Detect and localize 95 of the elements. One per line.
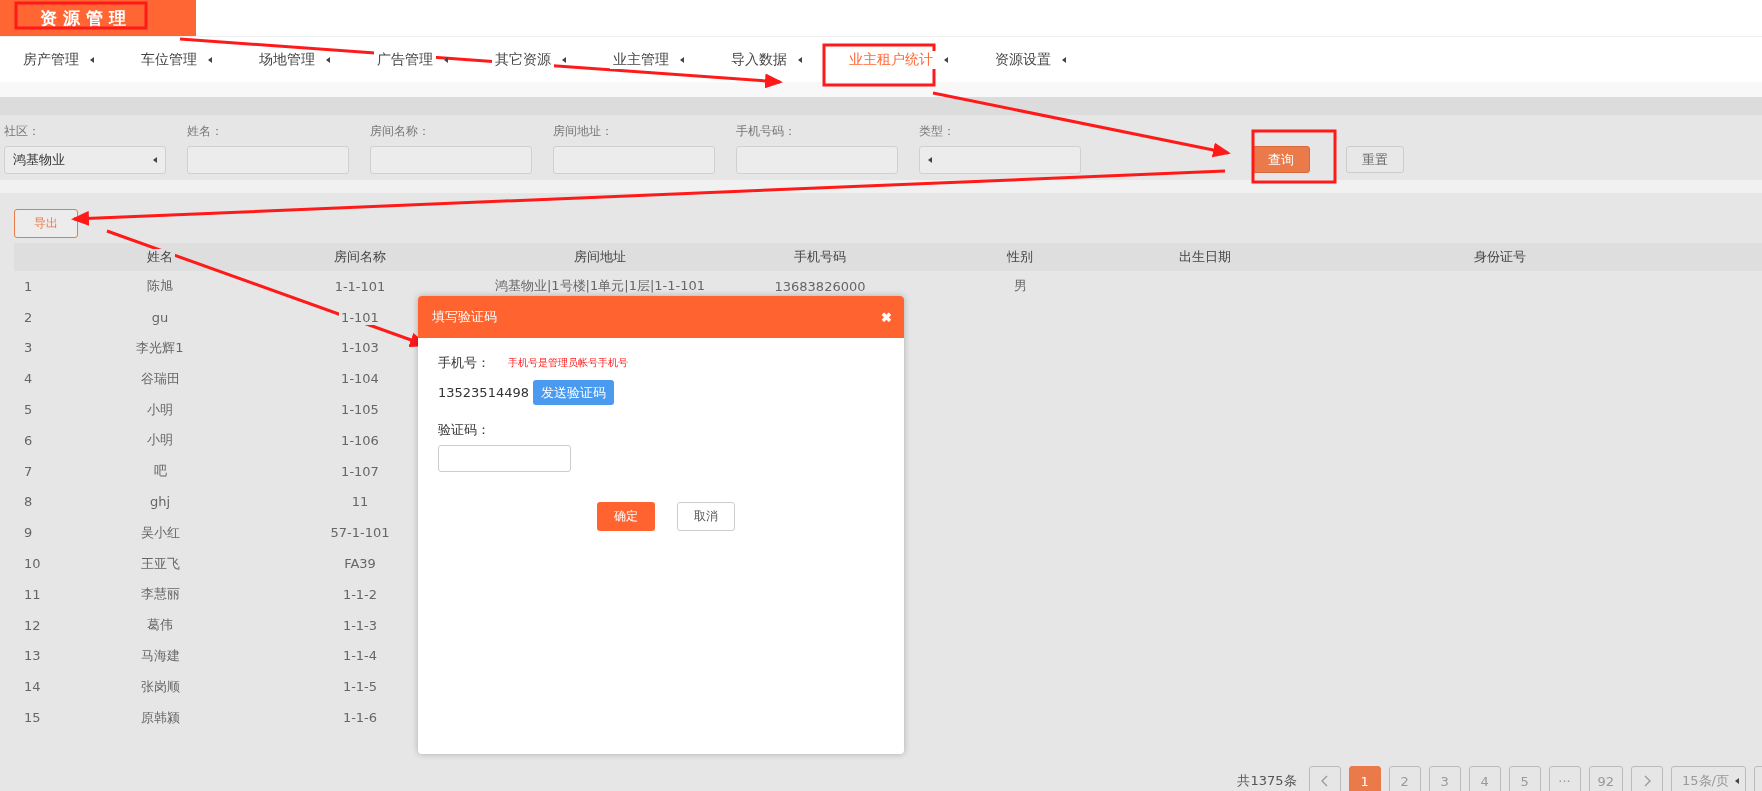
caret-icon [928,157,932,163]
table-cell: 男 [1011,278,1029,294]
page-button[interactable]: 2 [1388,766,1421,791]
column-header: 性别 [1005,249,1035,264]
caret-icon [798,56,802,63]
table-cell: 小明 [145,432,175,448]
code-input-field[interactable] [438,445,571,472]
table-cell: 1-101 [339,309,381,325]
caret-icon [208,56,212,63]
caret-icon [326,56,330,63]
page-size-select[interactable]: 15条/页 [1671,766,1746,791]
select-field[interactable] [919,146,1081,174]
caret-icon [444,56,448,63]
row-number: 9 [23,525,34,541]
column-header: 手机号码 [792,249,848,264]
filter-label: 手机号码： [736,123,797,140]
input-field[interactable] [736,146,898,174]
row-number: 8 [23,494,34,510]
phone-note: 手机号是管理员帐号手机号 [508,356,628,370]
column-header: 房间地址 [572,249,628,264]
row-number: 14 [23,679,42,695]
page-button[interactable]: 4 [1468,766,1501,791]
table-cell: 马海建 [138,647,182,663]
filter-label: 类型： [919,123,956,140]
table-cell: 陈旭 [145,278,175,294]
code-label: 验证码： [438,421,490,439]
row-number: 6 [23,432,34,448]
select-field[interactable]: 鸿基物业 [4,146,166,174]
caret-icon [153,157,157,163]
column-header: 出生日期 [1177,249,1233,264]
caret-icon [680,56,684,63]
row-number: 15 [23,710,42,726]
nav-tab[interactable]: 场地管理 [256,40,330,79]
table-cell: 王亚飞 [138,555,182,571]
row-number: 4 [23,371,34,387]
table-cell: 吧 [151,463,169,479]
phone-label: 手机号： [438,354,490,372]
row-number: 3 [23,340,34,356]
filter-label: 姓名： [187,123,224,140]
row-number: 5 [23,402,34,418]
caret-icon [1735,778,1739,784]
caret-icon [1062,56,1066,63]
confirm-button[interactable]: 确定 [597,502,655,531]
input-field[interactable] [553,146,715,174]
nav-tab[interactable]: 业主租户统计 [846,40,948,79]
page-button[interactable]: 92 [1588,766,1624,791]
row-number: 13 [23,648,42,664]
table-cell: 葛伟 [145,617,175,633]
chevron-left-icon [1319,774,1330,788]
total-count: 共1375条 [1237,772,1297,790]
page-button[interactable]: ··· [1548,766,1581,791]
table-cell: 原韩颍 [138,709,182,725]
row-number: 11 [23,586,42,602]
reset-button[interactable]: 重置 [1346,146,1404,173]
row-number: 7 [23,463,34,479]
nav-tab[interactable]: 导入数据 [728,40,802,79]
filter-label: 社区： [4,123,41,140]
send-code-button[interactable]: 发送验证码 [533,380,614,405]
chevron-right-icon [1642,774,1653,788]
query-button[interactable]: 查询 [1252,146,1310,173]
caret-icon [944,56,948,63]
nav-tab[interactable]: 车位管理 [138,40,212,79]
column-header: 姓名 [145,249,175,264]
nav-tab[interactable]: 业主管理 [610,40,684,79]
row-number: 1 [23,278,34,294]
page-button[interactable]: 1 [1348,766,1381,791]
column-header: 房间名称 [332,249,388,264]
nav-tab[interactable]: 其它资源 [492,40,566,79]
row-number: 10 [23,556,42,572]
cancel-button[interactable]: 取消 [677,502,735,531]
table-cell: 李慧丽 [138,586,182,602]
filter-label: 房间地址： [553,123,614,140]
next-page-button[interactable] [1631,766,1664,791]
column-header: 身份证号 [1472,249,1528,264]
dialog-title: 填写验证码 [432,308,497,326]
page-button[interactable]: 3 [1428,766,1461,791]
page-button[interactable]: 5 [1508,766,1541,791]
nav-tab[interactable]: 广告管理 [374,40,448,79]
input-field[interactable] [370,146,532,174]
nav-tab[interactable]: 资源设置 [992,40,1066,79]
table-cell: 小明 [145,401,175,417]
filter-label: 房间名称： [370,123,431,140]
previous-page-button[interactable] [1308,766,1341,791]
table-cell: 吴小红 [138,524,182,540]
nav-tab[interactable]: 房产管理 [20,40,94,79]
table-cell: 张岗顺 [138,678,182,694]
caret-icon [562,56,566,63]
row-number: 12 [23,617,42,633]
close-button[interactable]: ✖ [881,309,892,325]
export-button[interactable]: 导出 [14,209,78,238]
phone-number: 13523514498 [438,385,529,400]
input-field[interactable] [187,146,349,174]
row-number: 2 [23,309,34,325]
caret-icon [90,56,94,63]
table-cell: 李光辉1 [134,340,186,355]
